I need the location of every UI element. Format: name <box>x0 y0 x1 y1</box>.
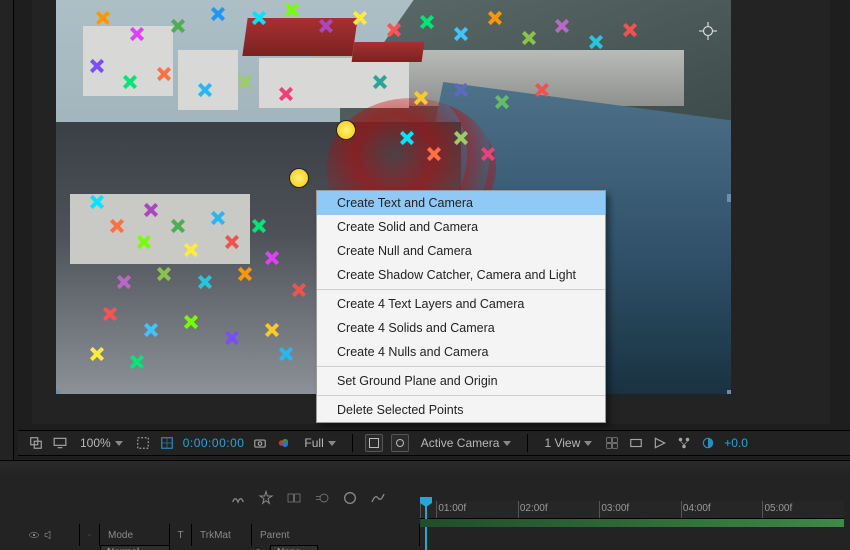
channel-icon[interactable] <box>276 435 292 451</box>
ruler-tick: 01:00f <box>436 501 518 518</box>
menu-item-create-4-solids[interactable]: Create 4 Solids and Camera <box>317 316 605 340</box>
mode-dropdown[interactable]: Normal <box>100 545 170 550</box>
track-point-selected[interactable] <box>336 120 356 140</box>
shy-icon[interactable] <box>230 490 248 508</box>
roi-icon[interactable] <box>135 435 151 451</box>
fx-icon[interactable] <box>258 490 276 508</box>
exposure-icon[interactable] <box>700 435 716 451</box>
crosshair-icon <box>699 22 717 40</box>
graph-icon[interactable] <box>370 490 388 508</box>
pixel-aspect-button[interactable] <box>628 435 644 451</box>
selection-handle[interactable] <box>56 390 60 394</box>
pickwhip-icon[interactable] <box>252 546 264 550</box>
gear-icon[interactable] <box>88 530 91 540</box>
ruler-tick: 02:00f <box>518 501 600 518</box>
fast-previews-button[interactable] <box>652 435 668 451</box>
frame-blend-icon[interactable] <box>286 490 304 508</box>
context-menu: Create Text and Camera Create Solid and … <box>316 190 606 423</box>
zoom-dropdown[interactable]: 100% <box>76 434 127 452</box>
resolution-value: Full <box>304 436 323 450</box>
exposure-value[interactable]: +0.0 <box>724 436 748 450</box>
view-mode-value: Active Camera <box>421 436 500 450</box>
grid-button[interactable] <box>604 435 620 451</box>
zoom-value: 100% <box>80 436 111 450</box>
menu-item-create-solid-camera[interactable]: Create Solid and Camera <box>317 215 605 239</box>
chevron-down-icon <box>328 441 336 446</box>
view-mode-dropdown[interactable]: Active Camera <box>417 434 516 452</box>
timeline-toolbar <box>230 487 410 511</box>
timeline-layer-row[interactable]: Normal None <box>20 543 420 550</box>
menu-item-create-shadow-catcher[interactable]: Create Shadow Catcher, Camera and Light <box>317 263 605 287</box>
time-ruler[interactable]: 01:00f 02:00f 03:00f 04:00f 05:00f <box>420 501 844 519</box>
menu-item-delete-points[interactable]: Delete Selected Points <box>317 398 605 422</box>
flowchart-button[interactable] <box>676 435 692 451</box>
timecode-display[interactable]: 0:00:00:00 <box>183 436 245 450</box>
playhead[interactable] <box>420 497 432 521</box>
menu-item-create-null-camera[interactable]: Create Null and Camera <box>317 239 605 263</box>
motion-blur-icon[interactable] <box>314 490 332 508</box>
menu-item-create-4-text[interactable]: Create 4 Text Layers and Camera <box>317 292 605 316</box>
views-value: 1 View <box>544 436 580 450</box>
chevron-down-icon <box>115 441 123 446</box>
chevron-down-icon <box>584 441 592 446</box>
menu-item-set-ground-plane[interactable]: Set Ground Plane and Origin <box>317 369 605 393</box>
viewer-toolbar: 100% 0:00:00:00 Full Active Camera 1 Vie… <box>18 430 850 456</box>
parent-dropdown[interactable]: None <box>270 545 318 550</box>
resolution-dropdown[interactable]: Full <box>300 434 339 452</box>
eye-icon[interactable] <box>28 529 40 541</box>
graph-editor-icon[interactable] <box>342 490 360 508</box>
safe-zones-button[interactable] <box>365 434 383 452</box>
chevron-down-icon <box>503 441 511 446</box>
selection-handle[interactable] <box>727 194 731 202</box>
mask-view-button[interactable] <box>391 434 409 452</box>
transparency-grid-icon[interactable] <box>159 435 175 451</box>
track-point-selected[interactable] <box>289 168 309 188</box>
speaker-icon[interactable] <box>43 529 55 541</box>
monitor-icon[interactable] <box>52 435 68 451</box>
work-area-bar[interactable] <box>420 519 844 527</box>
ruler-tick: 03:00f <box>599 501 681 518</box>
views-dropdown[interactable]: 1 View <box>540 434 596 452</box>
selection-handle[interactable] <box>727 390 731 394</box>
ruler-tick: 05:00f <box>762 501 844 518</box>
timeline-panel: 01:00f 02:00f 03:00f 04:00f 05:00f Mode … <box>0 460 850 550</box>
magnify-icon[interactable] <box>28 435 44 451</box>
snapshot-icon[interactable] <box>252 435 268 451</box>
menu-item-create-4-nulls[interactable]: Create 4 Nulls and Camera <box>317 340 605 364</box>
menu-item-create-text-camera[interactable]: Create Text and Camera <box>317 191 605 215</box>
ruler-tick: 04:00f <box>681 501 763 518</box>
